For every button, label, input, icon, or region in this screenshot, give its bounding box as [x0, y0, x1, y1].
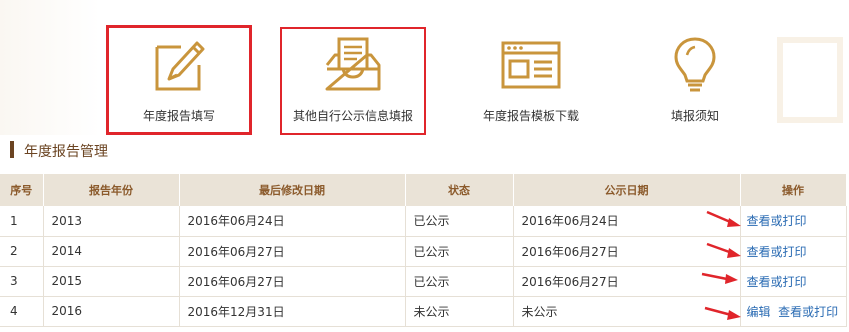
header-modified-date: 最后修改日期 [179, 174, 406, 206]
cell-year: 2014 [43, 236, 180, 267]
highlight-box-other-disclosure [280, 27, 426, 135]
cell-status: 未公示 [405, 296, 514, 327]
lightbulb-icon [674, 37, 716, 92]
annotation-arrow [704, 306, 741, 320]
edit-link[interactable]: 编辑 [747, 305, 771, 319]
background-decoration [777, 37, 843, 123]
highlight-box-annual-report [106, 25, 252, 135]
header-public-date: 公示日期 [513, 174, 741, 206]
cell-year: 2015 [43, 266, 180, 297]
cell-status: 已公示 [405, 206, 514, 237]
header-index: 序号 [0, 174, 44, 206]
cell-modified-date: 2016年06月27日 [179, 236, 406, 267]
cell-index: 1 [0, 206, 44, 237]
cell-actions: 查看或打印 [740, 266, 847, 297]
tile-filing-notes[interactable]: 填报须知 [622, 25, 768, 135]
cell-status: 已公示 [405, 266, 514, 297]
cell-index: 3 [0, 266, 44, 297]
section-title: 年度报告管理 [24, 144, 108, 160]
template-icon [501, 41, 561, 89]
cell-modified-date: 2016年06月27日 [179, 266, 406, 297]
table-header-row: 序号 报告年份 最后修改日期 状态 公示日期 操作 [0, 174, 847, 206]
view-print-link[interactable]: 查看或打印 [747, 245, 807, 259]
cell-modified-date: 2016年06月24日 [179, 206, 406, 237]
header-year: 报告年份 [43, 174, 180, 206]
cell-actions: 查看或打印 [740, 236, 847, 267]
tile-label: 年度报告模板下载 [482, 109, 579, 123]
cell-status: 已公示 [405, 236, 514, 267]
header-actions: 操作 [740, 174, 847, 206]
cell-year: 2013 [43, 206, 180, 237]
tile-label: 填报须知 [670, 109, 719, 123]
cell-actions: 查看或打印 [740, 206, 847, 237]
annotation-arrow [706, 210, 741, 227]
tile-template-download[interactable]: 年度报告模板下载 [458, 25, 604, 135]
view-print-link[interactable]: 查看或打印 [747, 275, 807, 289]
annotation-arrow [706, 242, 741, 258]
cell-index: 4 [0, 296, 44, 327]
cell-index: 2 [0, 236, 44, 267]
view-print-link[interactable]: 查看或打印 [747, 214, 807, 228]
annotation-arrow [701, 272, 738, 284]
header-status: 状态 [405, 174, 514, 206]
view-print-link[interactable]: 查看或打印 [778, 305, 838, 319]
cell-modified-date: 2016年12月31日 [179, 296, 406, 327]
section-marker [10, 141, 14, 158]
cell-actions: 编辑 查看或打印 [740, 296, 847, 327]
cell-year: 2016 [43, 296, 180, 327]
